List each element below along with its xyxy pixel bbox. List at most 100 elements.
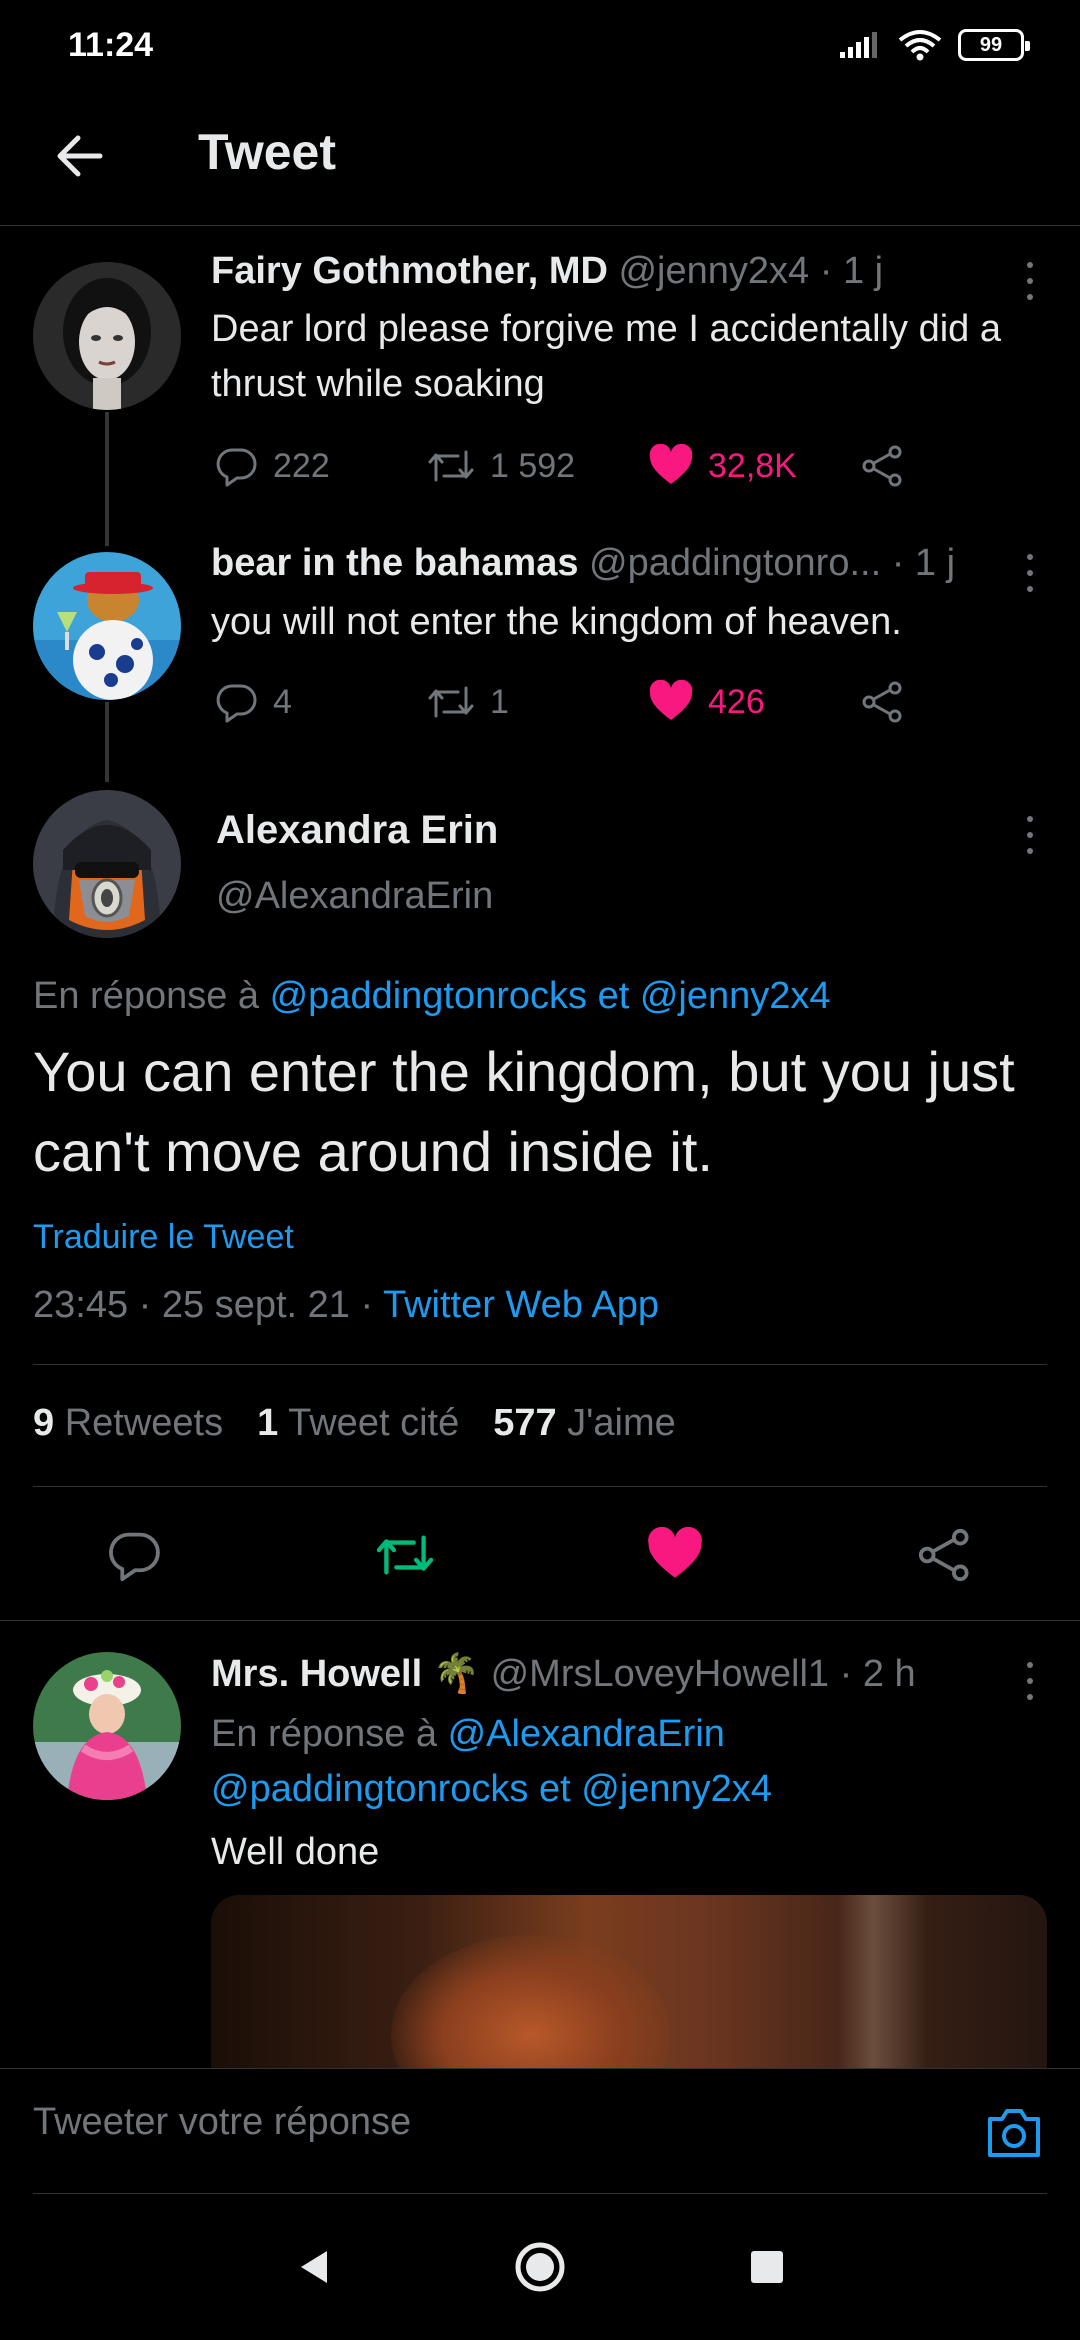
source-link[interactable]: Twitter Web App bbox=[383, 1284, 659, 1326]
nav-recents-icon bbox=[751, 2251, 783, 2283]
status-bar: 11:24 99 bbox=[0, 0, 1080, 96]
timestamp: 23:45 · 25 sept. 21 · Twitter Web App bbox=[33, 1284, 659, 1327]
like-button[interactable]: 426 bbox=[648, 672, 765, 732]
like-count: 426 bbox=[708, 682, 765, 721]
nav-back-icon bbox=[301, 2251, 327, 2283]
camera-icon[interactable] bbox=[984, 2105, 1044, 2161]
reply-count: 222 bbox=[273, 446, 330, 485]
author-name[interactable]: bear in the bahamas bbox=[211, 542, 578, 584]
tweet-header: Fairy Gothmother, MD @jenny2x4 · 1 j bbox=[211, 250, 883, 293]
share-button[interactable] bbox=[861, 672, 905, 732]
retweet-button[interactable]: 1 592 bbox=[426, 436, 575, 496]
back-arrow-icon[interactable] bbox=[50, 126, 110, 186]
wifi-icon bbox=[898, 30, 942, 61]
like-button[interactable] bbox=[640, 1520, 710, 1590]
translate-link[interactable]: Traduire le Tweet bbox=[33, 1218, 294, 1257]
reply-button[interactable]: 4 bbox=[215, 672, 292, 732]
battery-icon: 99 bbox=[958, 29, 1030, 61]
quotes-stat[interactable]: 1 Tweet cité bbox=[257, 1402, 459, 1445]
reply-icon bbox=[216, 448, 257, 487]
share-icon bbox=[862, 445, 902, 487]
tweet-header: Mrs. Howell 🌴 @MrsLoveyHowell1 · 2 h bbox=[211, 1652, 916, 1696]
author-name[interactable]: Mrs. Howell bbox=[211, 1653, 422, 1695]
share-button[interactable] bbox=[910, 1520, 980, 1590]
like-count: 32,8K bbox=[708, 446, 797, 485]
retweet-button[interactable]: 1 bbox=[426, 672, 509, 732]
reply-and: et bbox=[587, 975, 640, 1017]
share-icon bbox=[862, 681, 902, 723]
palm-tree-icon: 🌴 bbox=[432, 1653, 481, 1695]
tweet-actions: 4 1 426 bbox=[211, 672, 931, 732]
author-handle[interactable]: @AlexandraErin bbox=[216, 875, 493, 918]
tweet-stats: 9 Retweets 1 Tweet cité 577 J'aime bbox=[33, 1402, 676, 1445]
mention-link[interactable]: @jenny2x4 bbox=[640, 975, 831, 1017]
time-date: 23:45 · 25 sept. 21 · bbox=[33, 1284, 383, 1326]
avatar[interactable] bbox=[33, 552, 181, 700]
thread-line bbox=[105, 702, 109, 782]
reply-context: En réponse à @paddingtonrocks et @jenny2… bbox=[33, 975, 831, 1018]
reply-button[interactable]: 222 bbox=[215, 436, 330, 496]
nav-back-button[interactable] bbox=[280, 2232, 350, 2302]
reply-composer: Tweeter votre réponse bbox=[0, 2068, 1080, 2195]
author-meta: @jenny2x4 · 1 j bbox=[618, 250, 884, 292]
more-icon[interactable] bbox=[1020, 256, 1040, 306]
reply-prefix: En réponse à bbox=[33, 975, 270, 1017]
retweet-icon bbox=[376, 1535, 434, 1575]
heart-icon bbox=[648, 1527, 702, 1578]
retweet-button[interactable] bbox=[370, 1520, 440, 1590]
nav-recents-button[interactable] bbox=[732, 2232, 802, 2302]
divider bbox=[33, 1486, 1047, 1487]
retweet-icon bbox=[428, 686, 474, 718]
reply-button[interactable] bbox=[100, 1520, 170, 1590]
reply-icon bbox=[216, 684, 257, 723]
share-button[interactable] bbox=[861, 436, 905, 496]
share-icon bbox=[918, 1528, 969, 1582]
reply-icon bbox=[109, 1532, 160, 1582]
retweet-icon bbox=[428, 450, 474, 482]
retweets-stat[interactable]: 9 Retweets bbox=[33, 1402, 223, 1445]
author-meta: @paddingtonro... · 1 j bbox=[589, 542, 956, 584]
nav-home-icon bbox=[515, 2242, 565, 2292]
avatar[interactable] bbox=[33, 1652, 181, 1800]
avatar[interactable] bbox=[33, 262, 181, 410]
retweet-count: 1 bbox=[490, 682, 509, 721]
author-meta: @MrsLoveyHowell1 · 2 h bbox=[490, 1653, 916, 1695]
more-icon[interactable] bbox=[1020, 548, 1040, 598]
more-icon[interactable] bbox=[1020, 810, 1040, 860]
mention-link[interactable]: @paddingtonrocks bbox=[211, 1768, 528, 1810]
status-icons: 99 bbox=[838, 28, 1030, 62]
page-title: Tweet bbox=[198, 124, 336, 180]
like-button[interactable]: 32,8K bbox=[648, 436, 797, 496]
author-name[interactable]: Fairy Gothmother, MD bbox=[211, 250, 608, 292]
mention-link[interactable]: @jenny2x4 bbox=[581, 1768, 772, 1810]
header: Tweet bbox=[0, 96, 1080, 226]
tweet-text: You can enter the kingdom, but you just … bbox=[33, 1040, 1015, 1183]
media-preview[interactable] bbox=[211, 1895, 1047, 2070]
tweet-text: Well done bbox=[211, 1831, 380, 1873]
status-time: 11:24 bbox=[68, 26, 154, 64]
avatar[interactable] bbox=[33, 790, 181, 938]
main-tweet-actions bbox=[0, 1520, 1080, 1590]
thread-line bbox=[105, 412, 109, 546]
divider bbox=[0, 1620, 1080, 1621]
signal-icon bbox=[840, 32, 877, 58]
reply-count: 4 bbox=[273, 682, 292, 721]
divider bbox=[33, 1364, 1047, 1365]
tweet-text: Dear lord please forgive me I accidental… bbox=[211, 308, 1001, 405]
reply-and: et bbox=[528, 1768, 582, 1810]
likes-stat[interactable]: 577 J'aime bbox=[493, 1402, 676, 1445]
reply-context: En réponse à @AlexandraErin @paddingtonr… bbox=[211, 1707, 1031, 1817]
heart-icon bbox=[649, 680, 693, 720]
system-nav-bar bbox=[0, 2194, 1080, 2340]
mention-link[interactable]: @AlexandraErin bbox=[448, 1713, 725, 1755]
more-icon[interactable] bbox=[1020, 1656, 1040, 1706]
reply-prefix: En réponse à bbox=[211, 1713, 448, 1755]
retweet-count: 1 592 bbox=[490, 446, 576, 485]
nav-home-button[interactable] bbox=[505, 2232, 575, 2302]
tweet-actions: 222 1 592 32,8K bbox=[211, 436, 931, 496]
heart-icon bbox=[649, 444, 693, 484]
reply-input[interactable]: Tweeter votre réponse bbox=[33, 2101, 411, 2144]
tweet-text: you will not enter the kingdom of heaven… bbox=[211, 601, 902, 643]
mention-link[interactable]: @paddingtonrocks bbox=[270, 975, 587, 1017]
author-name[interactable]: Alexandra Erin bbox=[216, 808, 498, 853]
